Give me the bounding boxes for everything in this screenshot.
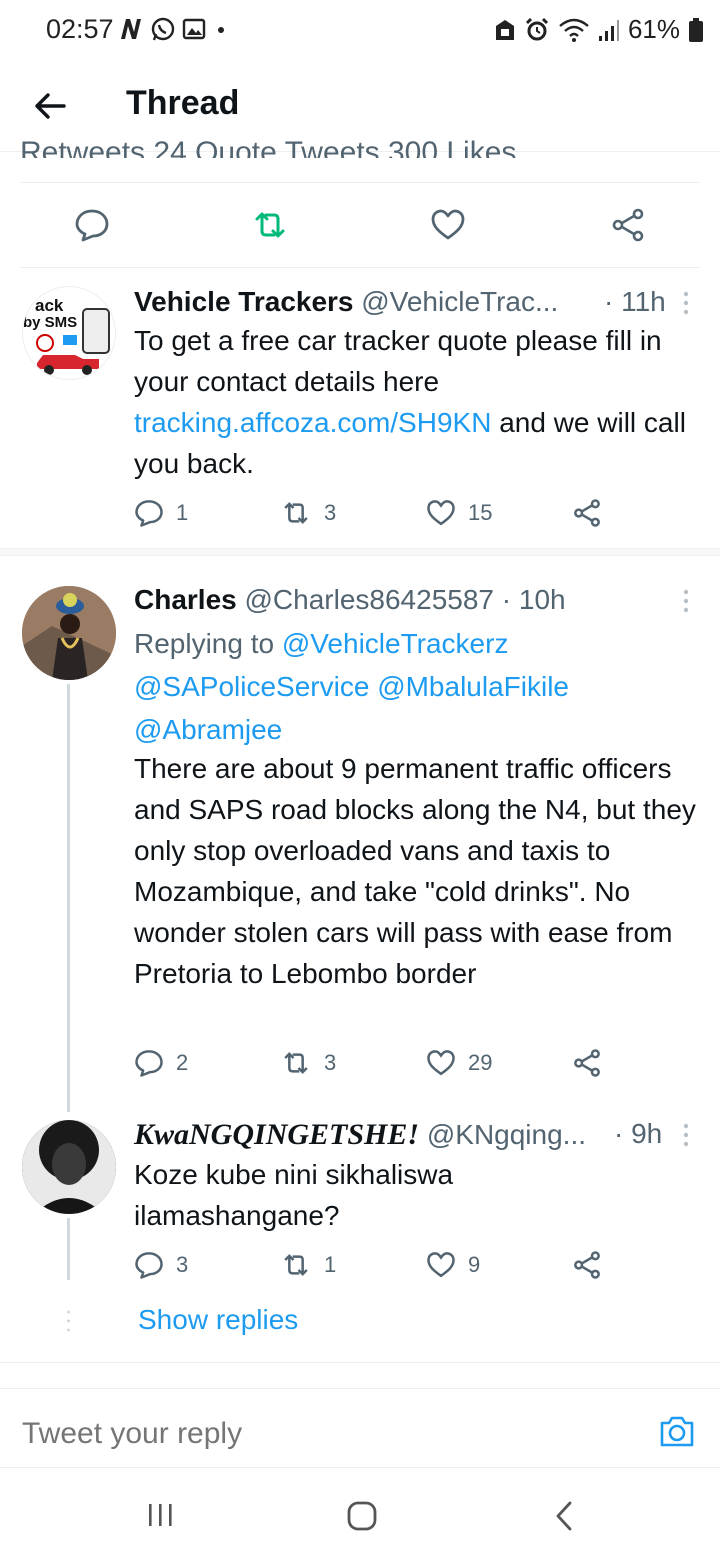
author-name[interactable]: Vehicle Trackers <box>134 286 354 317</box>
like-button[interactable]: 9 <box>426 1250 480 1280</box>
notification-icons <box>118 16 230 42</box>
author-name[interactable]: KwaNGQINGETSHE! <box>134 1118 419 1151</box>
like-icon <box>427 1252 455 1278</box>
share-button[interactable] <box>572 498 602 528</box>
system-nav-bar <box>0 1468 720 1560</box>
page-title: Thread <box>126 84 240 122</box>
share-icon <box>574 1049 600 1077</box>
netflix-n-icon <box>121 19 141 39</box>
tweet-charles[interactable]: Charles @Charles86425587 · 10h Replying … <box>0 566 720 1096</box>
whatsapp-icon <box>151 17 175 41</box>
avatar[interactable] <box>22 586 116 680</box>
reply-icon <box>135 1252 163 1279</box>
status-bar: 02:57 61% <box>0 0 720 60</box>
retweet-count: 3 <box>324 500 337 525</box>
retweet-icon <box>284 1052 308 1074</box>
tweet-text: Koze kube nini sikhaliswa ilamashangane? <box>134 1159 454 1231</box>
like-button[interactable]: 15 <box>426 498 492 528</box>
author-name[interactable]: Charles <box>134 584 237 615</box>
system-icons: 61% <box>494 14 704 45</box>
retweet-button[interactable]: 1 <box>280 1250 336 1280</box>
share-button[interactable] <box>572 1048 602 1078</box>
recents-icon[interactable] <box>146 1500 176 1530</box>
show-replies-link[interactable]: Show replies <box>138 1304 298 1336</box>
author-handle[interactable]: @KNgqing... <box>427 1119 586 1150</box>
replying-to: Replying to @VehicleTrackerz @SAPoliceSe… <box>134 622 704 751</box>
tweet-time: · 11h <box>604 286 666 317</box>
tweet-time: · 9h <box>614 1118 663 1149</box>
tweet-text: To get a free car tracker quote please f… <box>134 320 704 484</box>
mention-link[interactable]: @Abramjee <box>134 714 282 745</box>
thread-dots <box>67 1310 70 1332</box>
more-options-icon[interactable] <box>682 588 690 614</box>
thread-divider <box>0 1362 720 1363</box>
reply-button[interactable]: 1 <box>134 498 188 528</box>
like-icon <box>427 500 455 526</box>
reply-count: 1 <box>176 500 189 525</box>
author-handle[interactable]: @Charles86425587 <box>245 584 494 615</box>
reply-input[interactable] <box>22 1417 622 1451</box>
more-options-icon[interactable] <box>682 290 690 316</box>
reply-button[interactable]: 3 <box>134 1250 188 1280</box>
camera-icon[interactable] <box>658 1413 696 1449</box>
like-icon[interactable] <box>430 207 466 243</box>
dot-icon <box>218 27 224 33</box>
like-count: 15 <box>468 500 493 525</box>
gallery-icon <box>182 18 206 40</box>
replying-prefix: Replying to <box>134 628 282 659</box>
retweet-icon <box>284 502 308 524</box>
reply-icon[interactable] <box>74 207 110 243</box>
avatar-logo-text-2: by SMS <box>23 314 77 331</box>
share-icon[interactable] <box>610 207 646 243</box>
arrow-left-icon[interactable] <box>30 86 70 126</box>
battery-percent: 61% <box>627 14 680 44</box>
share-button[interactable] <box>572 1250 602 1280</box>
more-options-icon[interactable] <box>682 1122 690 1148</box>
share-icon <box>574 499 600 527</box>
battery-icon <box>689 17 703 42</box>
retweet-button[interactable]: 3 <box>280 1048 336 1078</box>
wifi-icon <box>559 18 589 42</box>
tweet-header: Charles @Charles86425587 · 10h <box>134 584 720 616</box>
like-icon <box>427 1050 455 1076</box>
retweet-icon[interactable] <box>252 207 288 243</box>
tweet-text-part: To get a free car tracker quote please f… <box>134 325 662 397</box>
focused-tweet-actions <box>20 182 700 268</box>
thread-divider <box>0 548 720 556</box>
tweet-kwangqingetshe[interactable]: KwaNGQINGETSHE! @KNgqing... · 9h Koze ku… <box>0 1100 720 1300</box>
mention-link[interactable]: @VehicleTrackerz <box>282 628 509 659</box>
reply-composer <box>0 1388 720 1468</box>
tweet-vehicle-trackers[interactable]: ack by SMS Vehicle Trackers @VehicleTrac… <box>0 268 720 550</box>
status-time: 02:57 <box>46 14 114 44</box>
mention-link[interactable]: @MbalulaFikile <box>377 671 569 702</box>
alarm-icon <box>525 17 549 40</box>
reply-count: 2 <box>176 1050 189 1075</box>
share-icon <box>574 1251 600 1279</box>
tweet-text: There are about 9 permanent traffic offi… <box>134 753 696 989</box>
back-icon[interactable] <box>552 1500 576 1532</box>
avatar-logo-text-1: ack <box>35 296 64 315</box>
signal-icon <box>598 19 619 41</box>
retweet-button[interactable]: 3 <box>280 498 336 528</box>
like-button[interactable]: 29 <box>426 1048 492 1078</box>
vpn-lock-icon <box>495 19 514 40</box>
retweet-count: 3 <box>324 1050 337 1075</box>
avatar[interactable]: ack by SMS <box>22 286 116 380</box>
reply-count: 3 <box>176 1252 189 1277</box>
avatar[interactable] <box>22 1120 116 1214</box>
home-icon[interactable] <box>346 1500 378 1532</box>
tweet-stats-cut: Retweets 24 Quote Tweets 300 Likes <box>20 136 517 158</box>
like-count: 9 <box>468 1252 481 1277</box>
tweet-time: · 10h <box>501 584 566 615</box>
retweet-icon <box>284 1254 308 1276</box>
mention-link[interactable]: @SAPoliceService <box>134 671 369 702</box>
reply-button[interactable]: 2 <box>134 1048 188 1078</box>
retweet-count: 1 <box>324 1252 337 1277</box>
reply-icon <box>135 1050 163 1077</box>
like-count: 29 <box>468 1050 493 1075</box>
reply-icon <box>135 500 163 527</box>
author-handle[interactable]: @VehicleTrac... <box>361 286 558 317</box>
tweet-link[interactable]: tracking.affcoza.com/SH9KN <box>134 407 491 438</box>
